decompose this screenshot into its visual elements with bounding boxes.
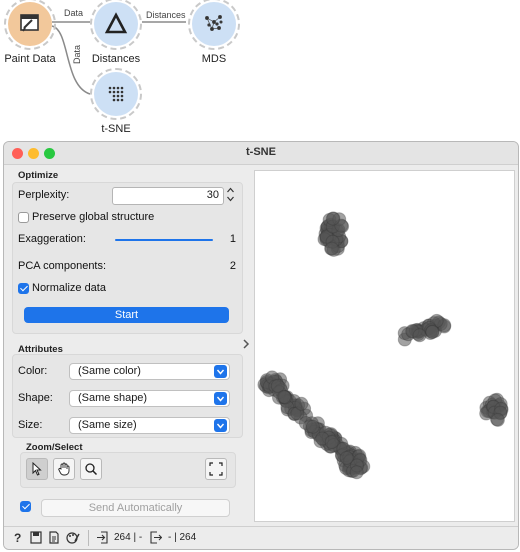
normalize-data-checkbox[interactable] (18, 283, 29, 294)
size-combo[interactable]: (Same size) (69, 417, 230, 434)
scatter-point (305, 419, 320, 434)
tsne-icon (94, 72, 138, 116)
node-label-distances: Distances (91, 53, 141, 65)
save-icon[interactable] (30, 531, 42, 544)
status-bar: ? 264 | - - | 264 (4, 526, 518, 549)
perplexity-spinbox[interactable]: 30 (112, 187, 224, 205)
chevron-down-icon (214, 365, 227, 378)
perplexity-label: Perplexity: (18, 189, 70, 201)
preserve-global-checkbox[interactable] (18, 212, 29, 223)
output-count: - | 264 (168, 532, 197, 543)
exaggeration-value: 1 (229, 233, 236, 245)
fit-view-icon (209, 462, 223, 476)
send-automatically-button[interactable]: Send Automatically (41, 499, 230, 517)
pca-components-value: 2 (229, 260, 236, 272)
hand-icon (58, 462, 70, 476)
node-label-tsne: t-SNE (101, 123, 131, 135)
status-divider (88, 530, 89, 546)
report-icon[interactable] (48, 531, 60, 544)
optimize-group-title: Optimize (18, 170, 59, 181)
exaggeration-label: Exaggeration: (18, 233, 86, 245)
scatter-points (257, 211, 509, 480)
pca-components-label: PCA components: (18, 260, 107, 272)
chevron-down-icon (214, 419, 227, 432)
distances-icon (94, 2, 138, 46)
scatter-point (349, 465, 364, 480)
pan-tool-button[interactable] (53, 458, 75, 480)
tsne-window: t-SNE Optimize Perplexity: 30 Preserve g… (3, 141, 519, 550)
mds-icon (192, 2, 236, 46)
scatter-point (324, 435, 339, 449)
window-title: t-SNE (246, 146, 276, 158)
magnifier-icon (85, 463, 98, 476)
title-bar: t-SNE (4, 142, 518, 165)
node-label-mds: MDS (201, 53, 227, 65)
scatter-point (294, 396, 309, 411)
input-icon (97, 531, 108, 544)
reset-zoom-button[interactable] (205, 458, 227, 480)
scatter-point (339, 450, 354, 465)
color-label: Color: (18, 365, 48, 377)
input-count: 264 | - (114, 532, 143, 543)
tsne-scatter-plot[interactable] (254, 170, 515, 522)
scatter-point (425, 325, 440, 339)
scatter-point (325, 211, 340, 226)
exaggeration-slider[interactable] (115, 239, 213, 241)
control-panel: Optimize Perplexity: 30 Preserve global … (8, 166, 243, 526)
chevron-down-icon (214, 392, 227, 405)
shape-combo[interactable]: (Same shape) (69, 390, 230, 407)
workflow-links (51, 21, 186, 95)
scatter-point (324, 241, 339, 256)
perplexity-stepper-icon[interactable] (226, 186, 235, 203)
collapse-panel-icon[interactable] (242, 338, 250, 352)
size-combo-value: (Same size) (78, 419, 137, 431)
link-label-data-1: Data (64, 8, 84, 18)
preserve-global-label: Preserve global structure (32, 211, 155, 223)
perplexity-value: 30 (206, 189, 219, 201)
color-combo[interactable]: (Same color) (69, 363, 230, 380)
scatter-point (277, 389, 292, 404)
shape-label: Shape: (18, 392, 53, 404)
shape-combo-value: (Same shape) (78, 392, 148, 404)
paint-data-icon (8, 2, 52, 46)
start-button[interactable]: Start (24, 307, 229, 323)
send-automatically-checkbox[interactable] (20, 501, 31, 512)
visual-settings-icon[interactable] (66, 531, 80, 544)
color-combo-value: (Same color) (78, 365, 141, 377)
pointer-icon (32, 462, 42, 476)
select-tool-button[interactable] (26, 458, 48, 480)
link-label-distances: Distances (146, 10, 186, 20)
normalize-data-label: Normalize data (32, 282, 106, 294)
scatter-point (412, 328, 427, 343)
size-label: Size: (18, 419, 43, 431)
node-label-paint-data: Paint Data (4, 53, 56, 65)
svg-text:?: ? (14, 531, 21, 544)
help-icon[interactable]: ? (12, 531, 24, 544)
zoom-tool-button[interactable] (80, 458, 102, 480)
workflow-canvas[interactable]: Data Distances Data Paint Data Distances… (0, 0, 520, 140)
scatter-point (490, 412, 505, 427)
output-icon (150, 531, 162, 544)
